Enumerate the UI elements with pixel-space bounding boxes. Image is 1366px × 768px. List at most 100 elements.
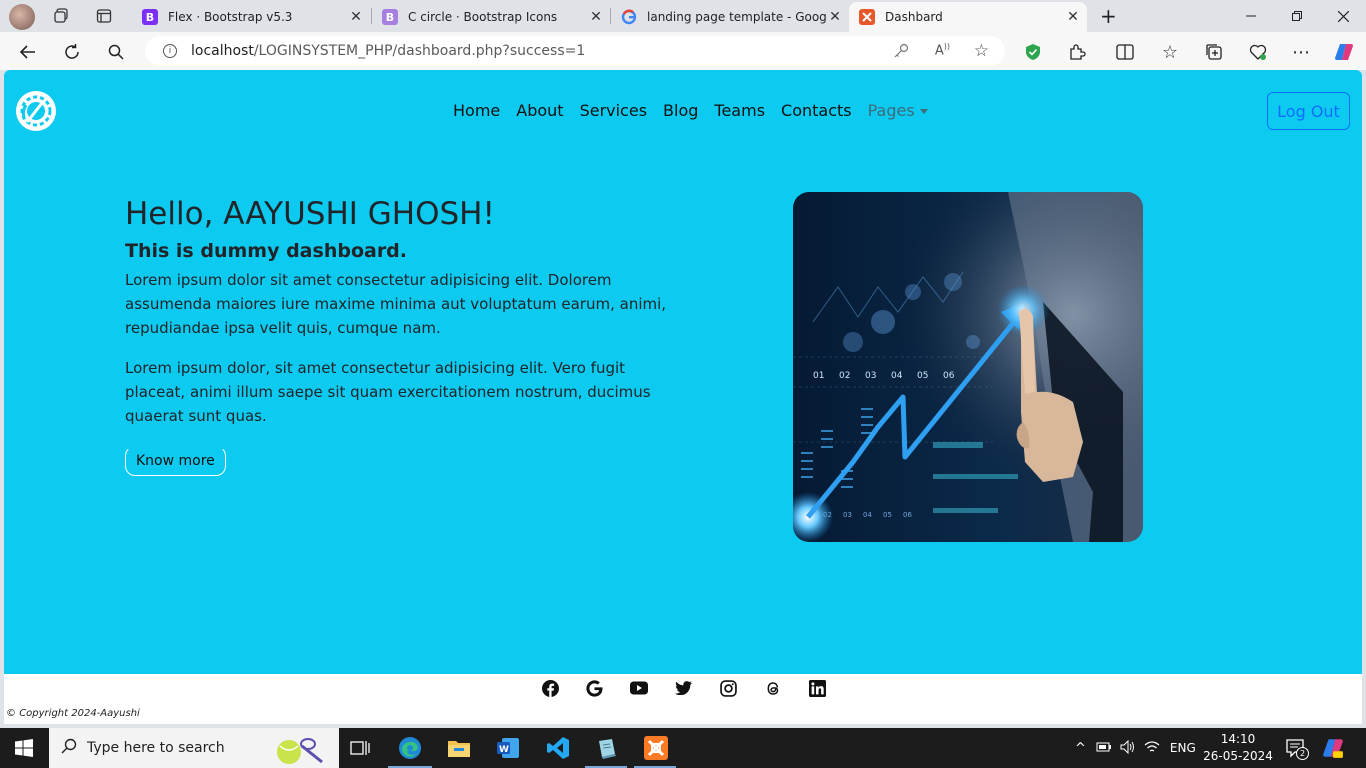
nav-pages-dropdown[interactable]: Pages bbox=[868, 101, 928, 121]
bootstrap-icon: B bbox=[382, 9, 398, 25]
twitter-icon[interactable] bbox=[675, 679, 693, 697]
nav-pages-label: Pages bbox=[867, 101, 915, 120]
key-icon[interactable] bbox=[893, 43, 909, 63]
copyright-icon: © bbox=[6, 708, 16, 719]
hero-paragraph-1: Lorem ipsum dolor sit amet consectetur a… bbox=[125, 271, 667, 337]
word-icon[interactable]: W bbox=[496, 736, 520, 760]
tab-title: Flex · Bootstrap v5.3 bbox=[168, 10, 293, 24]
favorite-star-icon[interactable]: ☆ bbox=[974, 41, 989, 61]
logo-icon[interactable] bbox=[16, 91, 56, 131]
split-screen-icon[interactable] bbox=[1114, 41, 1136, 63]
copilot-icon[interactable] bbox=[1322, 737, 1344, 763]
footer: © Copyright 2024-Aayushi bbox=[4, 674, 1362, 724]
google-icon[interactable] bbox=[586, 679, 604, 697]
nav-blog[interactable]: Blog bbox=[663, 101, 698, 121]
notepad-icon[interactable] bbox=[595, 736, 619, 760]
xampp-icon[interactable] bbox=[644, 736, 668, 760]
greeting-heading: Hello, AAYUSHI GHOSH! bbox=[125, 196, 495, 232]
chart-label: 02 bbox=[839, 371, 850, 381]
search-placeholder: Type here to search bbox=[87, 740, 225, 756]
edge-icon[interactable] bbox=[398, 736, 422, 760]
read-aloud-icon[interactable]: A)) bbox=[935, 42, 950, 58]
chevron-up-icon[interactable]: ^ bbox=[1075, 741, 1086, 756]
close-tab-icon[interactable]: ✕ bbox=[827, 9, 843, 25]
dashboard-page: Home About Services Blog Teams Contacts … bbox=[4, 70, 1362, 724]
know-more-button[interactable]: Know more bbox=[125, 446, 226, 476]
caret-down-icon bbox=[919, 109, 928, 114]
clock[interactable]: 14:10 26-05-2024 bbox=[1198, 731, 1278, 765]
linkedin-icon[interactable] bbox=[808, 679, 826, 697]
profile-avatar[interactable] bbox=[9, 4, 35, 30]
chart-label: 05 bbox=[917, 371, 928, 381]
bootstrap-icon: B bbox=[142, 9, 158, 25]
notification-count: 2 bbox=[1296, 747, 1309, 760]
url-host: localhost bbox=[191, 43, 254, 59]
copilot-icon[interactable] bbox=[1333, 41, 1355, 63]
task-view-icon[interactable] bbox=[348, 736, 372, 760]
xampp-icon bbox=[859, 9, 875, 25]
social-links bbox=[541, 679, 853, 697]
search-icon[interactable] bbox=[105, 41, 127, 63]
tab-bootstrap-icons[interactable]: B C circle · Bootstrap Icons ✕ bbox=[372, 2, 610, 32]
search-highlight-icon bbox=[274, 732, 326, 768]
back-icon[interactable] bbox=[17, 41, 39, 63]
minimize-icon[interactable] bbox=[1228, 0, 1274, 32]
nav-about[interactable]: About bbox=[516, 101, 563, 121]
workspaces-icon[interactable] bbox=[54, 8, 70, 24]
chart-label: 04 bbox=[863, 511, 872, 519]
nav-services[interactable]: Services bbox=[580, 101, 647, 121]
file-explorer-icon[interactable] bbox=[447, 736, 471, 760]
close-tab-icon[interactable]: ✕ bbox=[348, 9, 364, 25]
clock-date: 26-05-2024 bbox=[1203, 749, 1273, 763]
battery-icon[interactable] bbox=[1096, 741, 1112, 756]
google-icon bbox=[621, 9, 637, 25]
refresh-icon[interactable] bbox=[61, 41, 83, 63]
copyright-text: © Copyright 2024-Aayushi bbox=[6, 708, 140, 719]
taskbar-search-box[interactable]: Type here to search bbox=[49, 728, 339, 768]
restore-icon[interactable] bbox=[1274, 0, 1320, 32]
address-bar[interactable]: i localhost/LOGINSYSTEM_PHP/dashboard.ph… bbox=[145, 36, 1005, 66]
nav-teams[interactable]: Teams bbox=[714, 101, 765, 121]
browser-essentials-icon[interactable] bbox=[1247, 41, 1269, 63]
svg-text:W: W bbox=[499, 745, 509, 755]
site-info-icon[interactable]: i bbox=[163, 44, 177, 58]
hero-image: 01 02 03 04 05 06 02 03 04 05 06 bbox=[793, 192, 1143, 542]
more-menu-icon[interactable]: ⋯ bbox=[1290, 41, 1312, 63]
nav-contacts[interactable]: Contacts bbox=[781, 101, 852, 121]
chart-label: 03 bbox=[843, 511, 852, 519]
volume-icon[interactable] bbox=[1120, 739, 1136, 757]
windows-taskbar: Type here to search W ^ ENG 14:10 26-05-… bbox=[0, 728, 1366, 768]
hero-paragraph-2: Lorem ipsum dolor, sit amet consectetur … bbox=[125, 359, 651, 425]
url-path: /LOGINSYSTEM_PHP/dashboard.php?success=1 bbox=[253, 43, 586, 59]
tab-google-search[interactable]: landing page template - Google ✕ bbox=[611, 2, 849, 32]
shield-icon[interactable] bbox=[1022, 41, 1044, 63]
tab-dashbard[interactable]: Dashbard ✕ bbox=[849, 2, 1087, 32]
notifications-icon[interactable]: 2 bbox=[1286, 738, 1309, 762]
search-icon bbox=[61, 738, 77, 758]
tab-flex-bootstrap[interactable]: B Flex · Bootstrap v5.3 ✕ bbox=[132, 2, 370, 32]
chart-label: 06 bbox=[943, 371, 955, 381]
clock-time: 14:10 bbox=[1220, 732, 1256, 746]
favorites-icon[interactable]: ☆ bbox=[1159, 41, 1181, 63]
close-window-icon[interactable] bbox=[1320, 0, 1366, 32]
windows-start-icon[interactable] bbox=[12, 736, 36, 760]
tab-title: C circle · Bootstrap Icons bbox=[408, 10, 558, 24]
copyright-label: Copyright 2024-Aayushi bbox=[19, 708, 140, 719]
wifi-icon[interactable] bbox=[1144, 740, 1160, 757]
vscode-icon[interactable] bbox=[546, 736, 570, 760]
close-tab-icon[interactable]: ✕ bbox=[588, 9, 604, 25]
tab-actions-icon[interactable] bbox=[96, 8, 112, 24]
close-tab-icon[interactable]: ✕ bbox=[1065, 9, 1081, 25]
chart-label: 05 bbox=[883, 511, 892, 519]
logout-button[interactable]: Log Out bbox=[1267, 92, 1350, 130]
instagram-icon[interactable] bbox=[719, 679, 737, 697]
nav-home[interactable]: Home bbox=[453, 101, 500, 121]
threads-icon[interactable] bbox=[764, 679, 782, 697]
language-indicator[interactable]: ENG bbox=[1170, 741, 1196, 755]
chart-label: 01 bbox=[813, 371, 824, 381]
extensions-icon[interactable] bbox=[1066, 41, 1088, 63]
new-tab-icon[interactable]: + bbox=[1100, 6, 1117, 26]
collections-icon[interactable] bbox=[1203, 41, 1225, 63]
youtube-icon[interactable] bbox=[630, 679, 648, 697]
facebook-icon[interactable] bbox=[541, 679, 559, 697]
